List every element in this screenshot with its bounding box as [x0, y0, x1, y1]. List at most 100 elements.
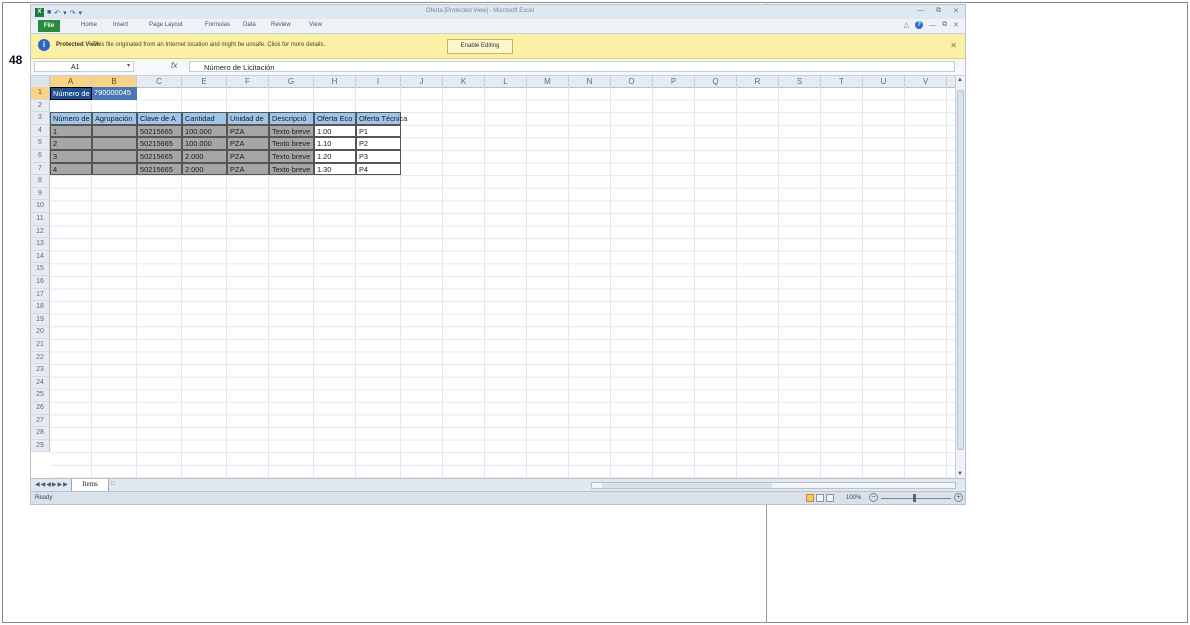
row-header-20[interactable]: 20	[31, 326, 50, 339]
data-cell[interactable]: 50215665	[137, 162, 182, 176]
vertical-scroll-thumb[interactable]	[957, 90, 964, 450]
header-cell[interactable]: Descripció	[269, 112, 314, 125]
row-header-14[interactable]: 14	[31, 250, 50, 264]
scroll-down-icon[interactable]: ▼	[957, 471, 963, 477]
workbook-restore-icon[interactable]: ⧉	[942, 21, 947, 29]
undo-icon[interactable]: ↶	[54, 9, 60, 17]
column-header-n[interactable]: N	[569, 76, 611, 87]
row-header-2[interactable]: 2	[31, 99, 50, 113]
tab-review[interactable]: Review	[271, 22, 291, 28]
data-cell[interactable]: 1	[50, 124, 92, 138]
column-header-q[interactable]: Q	[695, 76, 737, 87]
close-icon[interactable]: ✕	[953, 7, 959, 15]
tab-file[interactable]: File	[38, 20, 60, 32]
tab-formulas[interactable]: Formulas	[205, 22, 230, 28]
data-cell[interactable]: 2.000	[182, 162, 227, 176]
column-header-b[interactable]: B	[92, 76, 137, 87]
tab-insert[interactable]: Insert	[113, 22, 128, 28]
column-header-h[interactable]: H	[314, 76, 356, 87]
minimize-ribbon-icon[interactable]: △	[904, 21, 909, 29]
row-header-18[interactable]: 18	[31, 301, 50, 314]
row-header-21[interactable]: 21	[31, 339, 50, 352]
column-header-u[interactable]: U	[863, 76, 905, 87]
name-box-dropdown-icon[interactable]: ▾	[127, 62, 130, 69]
tab-home[interactable]: Home	[81, 22, 97, 28]
row-header-7[interactable]: 7	[31, 162, 50, 176]
data-cell[interactable]: P2	[356, 137, 401, 150]
data-cell[interactable]: PZA	[227, 137, 269, 150]
data-cell[interactable]: PZA	[227, 162, 269, 176]
data-cell[interactable]	[92, 137, 137, 150]
data-cell[interactable]: PZA	[227, 150, 269, 163]
row-header-27[interactable]: 27	[31, 414, 50, 428]
data-cell[interactable]: Texto breve	[269, 150, 314, 163]
help-icon[interactable]: ?	[915, 21, 924, 29]
column-header-e[interactable]: E	[182, 76, 227, 87]
worksheet-grid[interactable]: ABCEFGHIJKLMNOPQRSTUV 1 2 3 4 5 6 7 8 9 10 11 12 13 1…	[31, 76, 955, 478]
column-header-i[interactable]: I	[356, 76, 401, 87]
column-header-g[interactable]: G	[269, 76, 314, 87]
data-cell[interactable]: PZA	[227, 124, 269, 138]
insert-function-icon[interactable]: fx	[171, 61, 177, 70]
tab-view[interactable]: View	[309, 22, 322, 28]
name-box[interactable]: A1	[34, 61, 134, 72]
row-header-22[interactable]: 22	[31, 351, 50, 365]
row-header-9[interactable]: 9	[31, 187, 50, 201]
data-cell[interactable]: 50215665	[137, 124, 182, 138]
data-cell[interactable]: 1.30	[314, 162, 356, 176]
data-cell[interactable]: 4	[50, 162, 92, 176]
page-layout-view-icon[interactable]	[816, 494, 824, 502]
row-header-17[interactable]: 17	[31, 288, 50, 302]
row-header-6[interactable]: 6	[31, 150, 50, 163]
data-cell[interactable]: 50215665	[137, 150, 182, 163]
data-cell[interactable]: 100.000	[182, 137, 227, 150]
zoom-in-icon[interactable]: +	[954, 493, 963, 502]
workbook-close-icon[interactable]: ✕	[953, 21, 959, 29]
data-cell[interactable]: 1.00	[314, 124, 356, 138]
data-cell[interactable]: P1	[356, 124, 401, 138]
normal-view-icon[interactable]	[806, 494, 814, 502]
tab-page-layout[interactable]: Page Layout	[149, 22, 183, 28]
column-header-l[interactable]: L	[485, 76, 527, 87]
row-header-4[interactable]: 4	[31, 124, 50, 138]
column-header-j[interactable]: J	[401, 76, 443, 87]
data-cell[interactable]: 100.000	[182, 124, 227, 138]
header-cell[interactable]: Oferta Eco	[314, 112, 356, 125]
excel-logo-icon[interactable]: X	[35, 8, 44, 17]
workbook-minimize-icon[interactable]: —	[929, 22, 936, 29]
data-cell[interactable]: 3	[50, 150, 92, 163]
header-cell[interactable]: Clave de A	[137, 112, 182, 125]
horizontal-scroll-thumb[interactable]	[602, 483, 772, 488]
insert-sheet-icon[interactable]: □	[111, 481, 115, 487]
row-header-29[interactable]: 29	[31, 439, 50, 453]
data-cell[interactable]	[92, 162, 137, 176]
row-header-28[interactable]: 28	[31, 427, 50, 440]
row-header-15[interactable]: 15	[31, 263, 50, 276]
header-cell[interactable]: Número de	[50, 112, 92, 125]
minimize-icon[interactable]: —	[917, 7, 924, 15]
row-header-8[interactable]: 8	[31, 175, 50, 188]
row-header-16[interactable]: 16	[31, 276, 50, 289]
dropdown-icon[interactable]: ▾	[63, 9, 67, 17]
enable-editing-button[interactable]: Enable Editing	[447, 39, 513, 54]
column-header-k[interactable]: K	[443, 76, 485, 87]
row-header-19[interactable]: 19	[31, 313, 50, 327]
vertical-scrollbar[interactable]: ▲ ▼	[955, 76, 965, 478]
row-header-13[interactable]: 13	[31, 238, 50, 251]
data-cell[interactable]: 1.20	[314, 150, 356, 163]
column-header-m[interactable]: M	[527, 76, 569, 87]
horizontal-scrollbar[interactable]	[591, 482, 956, 489]
close-bar-icon[interactable]: ✕	[950, 41, 957, 50]
data-cell[interactable]: 2	[50, 137, 92, 150]
header-cell[interactable]: Unidad de	[227, 112, 269, 125]
row-header-24[interactable]: 24	[31, 376, 50, 390]
restore-icon[interactable]: ⧉	[936, 7, 941, 15]
column-header-a[interactable]: A	[50, 76, 92, 87]
tab-data[interactable]: Data	[243, 22, 256, 28]
data-cell[interactable]: P3	[356, 150, 401, 163]
select-all-corner[interactable]	[31, 76, 50, 87]
row-header-11[interactable]: 11	[31, 213, 50, 226]
column-header-t[interactable]: T	[821, 76, 863, 87]
row-header-26[interactable]: 26	[31, 402, 50, 415]
row-header-1[interactable]: 1	[31, 87, 50, 100]
